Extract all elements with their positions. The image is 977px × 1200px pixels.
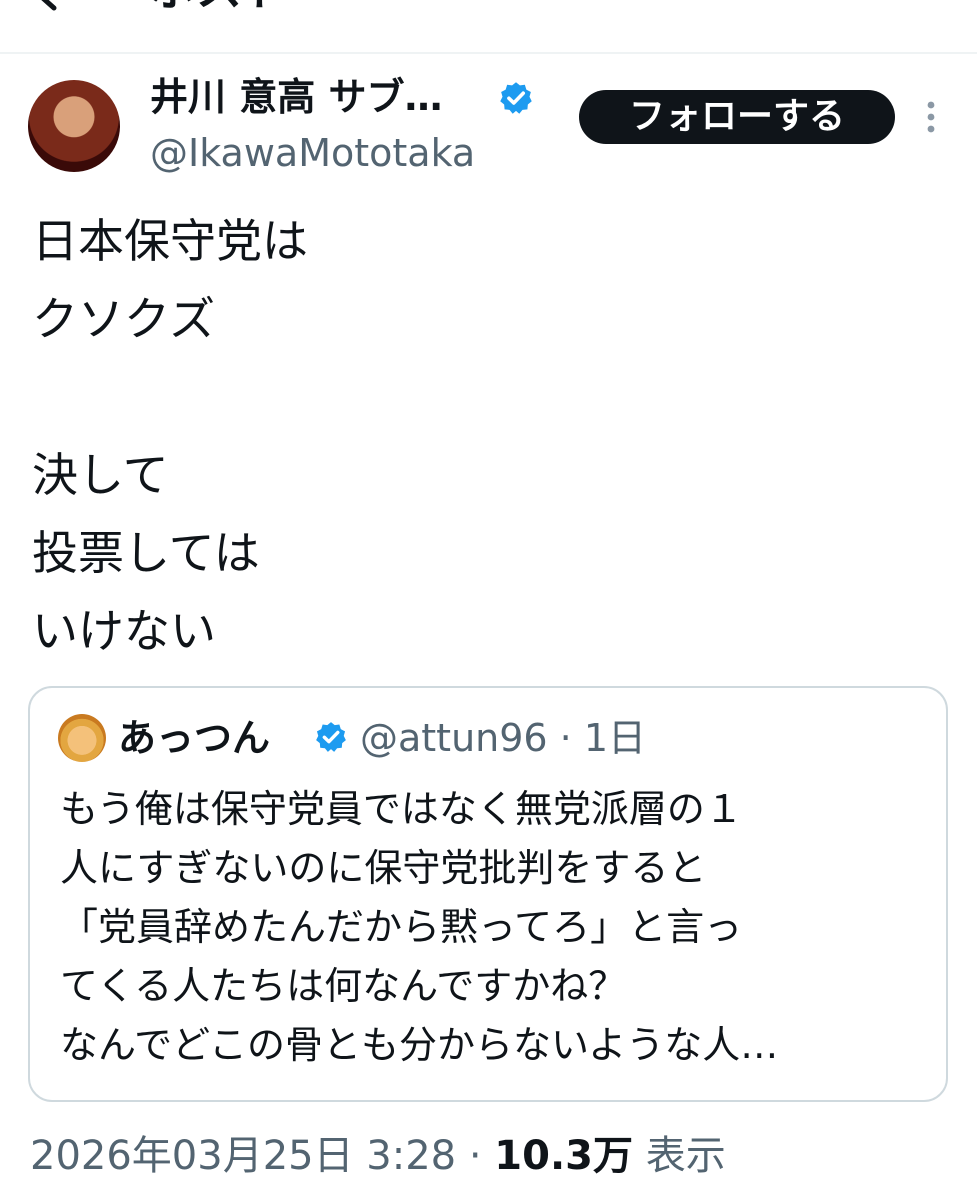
quote-line: 「党員辞めたんだから黙ってろ」と言っ xyxy=(60,905,743,949)
top-bar: ポスト xyxy=(0,0,977,54)
post-line: 日本保守党は xyxy=(32,214,308,268)
meta-separator: · xyxy=(456,1133,495,1179)
verified-badge-icon xyxy=(500,82,532,114)
views-label: 表示 xyxy=(633,1133,726,1179)
follow-button[interactable]: フォローする xyxy=(579,90,895,144)
post-line: 決して xyxy=(32,448,169,502)
views-count: 10.3万 xyxy=(494,1133,633,1179)
post-line xyxy=(32,358,932,436)
post-timestamp[interactable]: 2026年03月25日 3:28 xyxy=(30,1133,456,1179)
post-meta: 2026年03月25日 3:28 · 10.3万 表示 xyxy=(30,1128,726,1184)
back-arrow-icon[interactable] xyxy=(30,0,90,12)
verified-badge-icon xyxy=(316,722,346,752)
post-line: いけない xyxy=(32,604,216,658)
quote-line: 人にすぎないのに保守党批判をすると xyxy=(60,846,707,890)
page-title: ポスト xyxy=(150,0,288,14)
quoted-post-card[interactable]: あっつん @attun96 · 1日 もう俺は保守党員ではなく無党派層の１ 人に… xyxy=(28,686,948,1102)
author-handle[interactable]: @IkawaMototaka xyxy=(150,128,475,178)
post-body: 日本保守党は クソクズ 決して 投票しては いけない xyxy=(32,202,932,670)
author-name[interactable]: 井川 意高 サブ… xyxy=(150,72,442,122)
quote-line: なんでどこの骨とも分からないような人… xyxy=(60,1023,779,1067)
quote-text: もう俺は保守党員ではなく無党派層の１ 人にすぎないのに保守党批判をすると 「党員… xyxy=(60,780,930,1075)
quote-line: もう俺は保守党員ではなく無党派層の１ xyxy=(60,787,743,831)
quote-author-avatar xyxy=(58,714,106,762)
post-line: クソクズ xyxy=(32,292,216,346)
more-options-icon[interactable] xyxy=(920,100,942,134)
quote-author-name: あっつん xyxy=(118,716,271,760)
author-avatar[interactable] xyxy=(28,80,120,172)
quote-handle-time: @attun96 · 1日 xyxy=(360,716,647,760)
quote-line: てくる人たちは何なんですかね？ xyxy=(60,964,627,1008)
post-line: 投票しては xyxy=(32,526,260,580)
